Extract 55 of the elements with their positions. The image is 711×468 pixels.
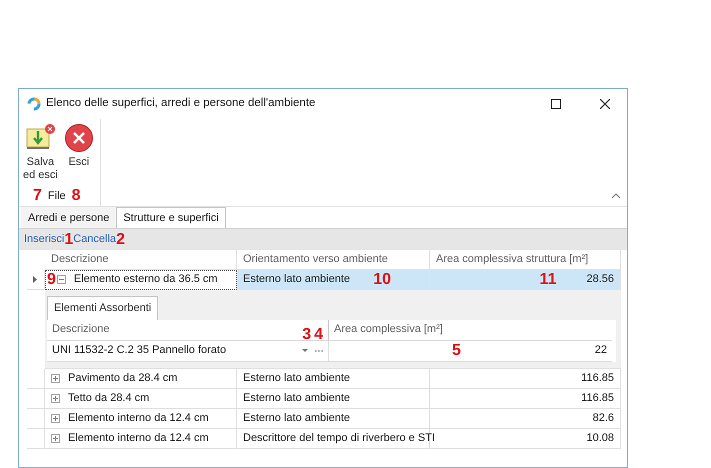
callout-number: 7 bbox=[33, 188, 42, 204]
callout-number: 4 bbox=[314, 326, 323, 342]
column-header[interactable]: Area complessiva [m²] bbox=[334, 321, 443, 338]
table-cell-text: UNI 11532-2 C.2 35 Pannello forato bbox=[52, 343, 226, 358]
callout-number: 5 bbox=[452, 342, 461, 358]
tab[interactable]: Strutture e superfici bbox=[116, 207, 226, 228]
callout-number: 9 bbox=[47, 272, 56, 288]
table-cell-text: Tetto da 28.4 cm bbox=[68, 390, 150, 406]
row-indicator-icon bbox=[33, 276, 37, 283]
collapse-icon[interactable] bbox=[56, 275, 66, 284]
table-row[interactable]: Elemento interno da 12.4 cm Descrittore del tempo di riverbero e STI 10.08 bbox=[27, 428, 621, 448]
exit-button[interactable]: Esci bbox=[64, 123, 94, 182]
table-cell-text: Esterno lato ambiente bbox=[243, 272, 350, 288]
action-link[interactable]: Inserisci bbox=[24, 231, 64, 248]
collapse-icon[interactable] bbox=[612, 193, 620, 198]
callout-number: 1 bbox=[64, 232, 74, 248]
window-title: Elenco delle superfici, arredi e persone dell'ambiente bbox=[46, 96, 316, 112]
table-cell-text: Esterno lato ambiente bbox=[243, 410, 350, 426]
table-cell-text: 22 bbox=[594, 343, 607, 358]
detail-tab[interactable]: Elementi Assorbenti bbox=[47, 296, 158, 320]
close-icon[interactable] bbox=[600, 99, 610, 109]
callout-number: 8 bbox=[72, 188, 81, 204]
column-header[interactable]: Descrizione bbox=[52, 321, 110, 338]
table-row[interactable]: Tetto da 28.4 cm Esterno lato ambiente 116.85 bbox=[27, 388, 621, 408]
save-exit-button[interactable]: Salva ed esci bbox=[23, 123, 58, 182]
table-row[interactable]: Elemento interno da 12.4 cm Esterno lato ambiente 82.6 bbox=[27, 408, 621, 428]
callout-number: 3 bbox=[302, 326, 312, 342]
table-cell-text: Elemento interno da 12.4 cm bbox=[68, 410, 209, 426]
table-cell-text: Elemento esterno da 36.5 cm bbox=[74, 272, 218, 288]
table-cell-text: 116.85 bbox=[581, 370, 614, 386]
table-row[interactable]: 9 Elemento esterno da 36.5 cm Esterno lato ambiente 10 11 28.56 bbox=[27, 270, 621, 290]
table-cell-text: 28.56 bbox=[586, 272, 614, 288]
table-row[interactable]: Pavimento da 28.4 cm Esterno lato ambiente 116.85 bbox=[27, 368, 621, 388]
app-logo-icon bbox=[27, 97, 41, 111]
action-link[interactable]: Cancella bbox=[73, 231, 116, 248]
callout-number: 2 bbox=[116, 232, 125, 248]
close-icon bbox=[64, 123, 94, 153]
expand-icon[interactable] bbox=[51, 394, 60, 402]
callout-number: 10 bbox=[373, 272, 391, 288]
dropdown-icon[interactable] bbox=[302, 349, 308, 352]
table-cell-text: Esterno lato ambiente bbox=[243, 390, 350, 406]
callout-number: 11 bbox=[540, 272, 556, 288]
expand-icon[interactable] bbox=[51, 434, 60, 442]
table-cell-text: Esterno lato ambiente bbox=[243, 370, 350, 386]
expand-icon[interactable] bbox=[51, 414, 60, 422]
table-cell-text: 82.6 bbox=[592, 410, 614, 426]
expand-icon[interactable] bbox=[51, 374, 60, 382]
table-cell-text: Elemento interno da 12.4 cm bbox=[68, 430, 209, 446]
table-cell-text: 10.08 bbox=[586, 430, 614, 446]
table-cell-text: 116.85 bbox=[581, 390, 614, 406]
tab[interactable]: Arredi e persone bbox=[21, 206, 116, 228]
maximize-icon[interactable] bbox=[551, 99, 561, 109]
group-label: File bbox=[48, 188, 66, 204]
table-cell-text: Pavimento da 28.4 cm bbox=[68, 370, 178, 386]
table-cell-text: Descrittore del tempo di riverbero e STI bbox=[243, 430, 435, 446]
